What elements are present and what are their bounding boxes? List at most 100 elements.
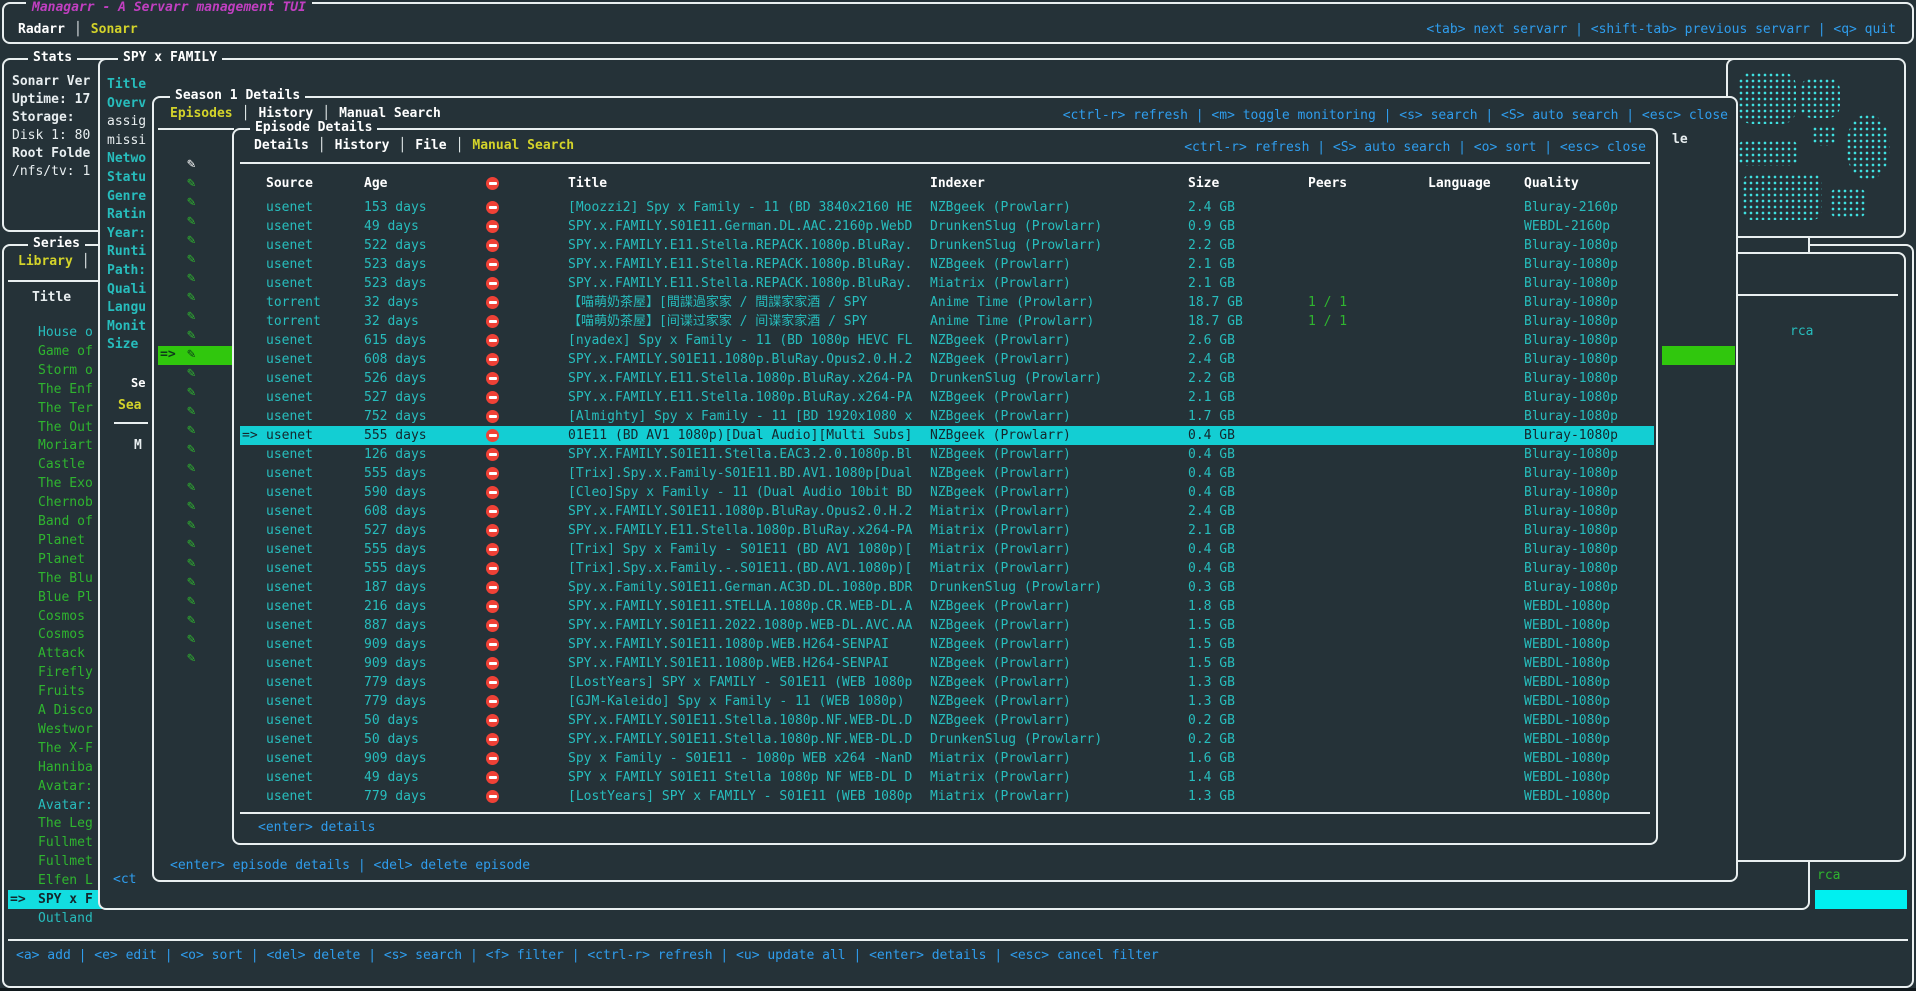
search-result-row[interactable]: usenet779 days[LostYears] SPY x FAMILY -…: [240, 787, 1654, 806]
tab-episode-history[interactable]: History: [335, 138, 390, 153]
series-list-item[interactable]: The X-F: [8, 739, 102, 758]
episode-row-fragment[interactable]: ✎: [158, 460, 234, 479]
series-list-item[interactable]: Chernob: [8, 493, 102, 512]
episode-row-fragment[interactable]: ✎: [158, 498, 234, 517]
search-result-row[interactable]: torrent32 days【喵萌奶茶屋】[間諜過家家 / 間諜家家酒 / SP…: [240, 293, 1654, 312]
series-list-item[interactable]: House o: [8, 323, 102, 342]
episode-row-fragment[interactable]: ✎: [158, 365, 234, 384]
series-list-item[interactable]: Hanniba: [8, 758, 102, 777]
episode-row-fragment[interactable]: ✎: [158, 270, 234, 289]
series-list-item[interactable]: Fullmet: [8, 852, 102, 871]
series-list-item[interactable]: Elfen L: [8, 871, 102, 890]
search-result-row[interactable]: usenet49 daysSPY x FAMILY S01E11 Stella …: [240, 768, 1654, 787]
episode-row-fragment[interactable]: ✎: [158, 156, 234, 175]
search-result-row[interactable]: usenet187 daysSpy.x.Family.S01E11.German…: [240, 578, 1654, 597]
search-result-row[interactable]: usenet522 daysSPY.x.FAMILY.E11.Stella.RE…: [240, 236, 1654, 255]
search-result-row[interactable]: usenet909 daysSpy x Family - S01E11 - 10…: [240, 749, 1654, 768]
episode-row-fragment[interactable]: ✎: [158, 479, 234, 498]
search-result-row[interactable]: usenet752 days[Almighty] Spy x Family - …: [240, 407, 1654, 426]
search-result-row[interactable]: usenet779 days[LostYears] SPY x FAMILY -…: [240, 673, 1654, 692]
series-list-item[interactable]: The Leg: [8, 814, 102, 833]
search-result-row[interactable]: usenet523 daysSPY.x.FAMILY.E11.Stella.RE…: [240, 274, 1654, 293]
search-result-row[interactable]: usenet555 days[Trix].Spy.x.Family-S01E11…: [240, 464, 1654, 483]
search-result-row[interactable]: usenet887 daysSPY.x.FAMILY.S01E11.2022.1…: [240, 616, 1654, 635]
episode-row-fragment[interactable]: ✎: [158, 422, 234, 441]
series-list-item[interactable]: Storm o: [8, 361, 102, 380]
episode-row-fragment[interactable]: ✎: [158, 232, 234, 251]
episode-row-fragment[interactable]: ✎: [158, 631, 234, 650]
search-result-row[interactable]: usenet555 days[Trix] Spy x Family - S01E…: [240, 540, 1654, 559]
series-list-item[interactable]: The Blu: [8, 569, 102, 588]
series-list-item[interactable]: Blue Pl: [8, 588, 102, 607]
tab-episode-file[interactable]: File: [415, 138, 446, 153]
series-list-item[interactable]: =>SPY x F: [8, 890, 102, 909]
search-result-row[interactable]: usenet590 days[Cleo]Spy x Family - 11 (D…: [240, 483, 1654, 502]
search-result-row[interactable]: usenet608 daysSPY.x.FAMILY.S01E11.1080p.…: [240, 350, 1654, 369]
tab-episode-details[interactable]: Details: [254, 138, 309, 153]
series-list-item[interactable]: Cosmos: [8, 607, 102, 626]
series-list-item[interactable]: A Disco: [8, 701, 102, 720]
search-result-row[interactable]: usenet50 daysSPY.x.FAMILY.S01E11.Stella.…: [240, 711, 1654, 730]
series-list-item[interactable]: Firefly: [8, 663, 102, 682]
tab-radarr[interactable]: Radarr: [18, 22, 65, 37]
search-result-row[interactable]: usenet49 daysSPY.x.FAMILY.S01E11.German.…: [240, 217, 1654, 236]
series-list-item[interactable]: The Enf: [8, 380, 102, 399]
tab-library[interactable]: Library: [18, 254, 73, 269]
episode-row-fragment[interactable]: ✎: [158, 251, 234, 270]
search-result-row[interactable]: usenet526 daysSPY.x.FAMILY.E11.Stella.10…: [240, 369, 1654, 388]
series-list-item[interactable]: Fullmet: [8, 833, 102, 852]
search-result-row[interactable]: usenet909 daysSPY.x.FAMILY.S01E11.1080p.…: [240, 635, 1654, 654]
series-list-item[interactable]: Fruits: [8, 682, 102, 701]
search-result-row[interactable]: usenet50 daysSPY.x.FAMILY.S01E11.Stella.…: [240, 730, 1654, 749]
series-list-item[interactable]: The Exo: [8, 474, 102, 493]
series-list-item[interactable]: Band of: [8, 512, 102, 531]
search-result-row[interactable]: usenet909 daysSPY.x.FAMILY.S01E11.1080p.…: [240, 654, 1654, 673]
series-list-item[interactable]: Cosmos: [8, 625, 102, 644]
search-result-row[interactable]: usenet153 days[Moozzi2] Spy x Family - 1…: [240, 198, 1654, 217]
tab-sonarr[interactable]: Sonarr: [91, 22, 138, 37]
series-list-item[interactable]: The Ter: [8, 399, 102, 418]
episode-row-fragment[interactable]: ✎: [158, 308, 234, 327]
episode-row-fragment[interactable]: ✎: [158, 327, 234, 346]
search-result-row[interactable]: =>usenet555 days01E11 (BD AV1 1080p)[Dua…: [240, 426, 1654, 445]
episode-row-fragment[interactable]: ✎: [158, 213, 234, 232]
series-list-item[interactable]: Westwor: [8, 720, 102, 739]
episode-row-fragment[interactable]: ✎: [158, 403, 234, 422]
episode-row-fragment[interactable]: ✎: [158, 175, 234, 194]
series-list-item[interactable]: Planet: [8, 550, 102, 569]
series-list-item[interactable]: Avatar:: [8, 777, 102, 796]
episode-row-fragment[interactable]: ✎: [158, 536, 234, 555]
episode-row-fragment[interactable]: ✎: [158, 517, 234, 536]
tab-episode-manual-search[interactable]: Manual Search: [472, 138, 574, 153]
search-result-row[interactable]: usenet126 daysSPY.X.FAMILY.S01E11.Stella…: [240, 445, 1654, 464]
episode-row-fragment[interactable]: ✎: [158, 555, 234, 574]
search-result-row[interactable]: usenet527 daysSPY.x.FAMILY.E11.Stella.10…: [240, 521, 1654, 540]
search-result-row[interactable]: usenet615 days[nyadex] Spy x Family - 11…: [240, 331, 1654, 350]
episode-row-fragment[interactable]: ✎: [158, 574, 234, 593]
episode-row-fragment[interactable]: ✎: [158, 612, 234, 631]
series-list-item[interactable]: Moriart: [8, 436, 102, 455]
series-list-item[interactable]: Castle: [8, 455, 102, 474]
tab-season-history[interactable]: History: [258, 106, 313, 121]
series-list-item[interactable]: The Out: [8, 418, 102, 437]
search-result-row[interactable]: usenet216 daysSPY.x.FAMILY.S01E11.STELLA…: [240, 597, 1654, 616]
tab-seasons-fragment[interactable]: Sea: [118, 398, 141, 413]
episode-row-fragment[interactable]: ✎: [158, 650, 234, 669]
episode-row-fragment[interactable]: ✎: [158, 441, 234, 460]
episode-row-fragment[interactable]: ✎: [158, 593, 234, 612]
search-result-row[interactable]: usenet555 days[Trix].Spy.x.Family.-.S01E…: [240, 559, 1654, 578]
series-list-item[interactable]: Game of: [8, 342, 102, 361]
series-list-item[interactable]: Attack: [8, 644, 102, 663]
search-result-row[interactable]: usenet527 daysSPY.x.FAMILY.E11.Stella.10…: [240, 388, 1654, 407]
episode-row-fragment[interactable]: =>✎: [158, 346, 234, 365]
search-result-row[interactable]: usenet608 daysSPY.x.FAMILY.S01E11.1080p.…: [240, 502, 1654, 521]
search-result-row[interactable]: torrent32 days【喵萌奶茶屋】[间谍过家家 / 间谍家家酒 / SP…: [240, 312, 1654, 331]
episode-row-fragment[interactable]: ✎: [158, 194, 234, 213]
tab-episodes[interactable]: Episodes: [170, 106, 233, 121]
series-list-item[interactable]: Avatar:: [8, 796, 102, 815]
episode-row-fragment[interactable]: ✎: [158, 289, 234, 308]
series-list-item[interactable]: Outland: [8, 909, 102, 928]
series-list-item[interactable]: Planet: [8, 531, 102, 550]
episode-row-fragment[interactable]: ✎: [158, 384, 234, 403]
search-result-row[interactable]: usenet779 days[GJM-Kaleido] Spy x Family…: [240, 692, 1654, 711]
